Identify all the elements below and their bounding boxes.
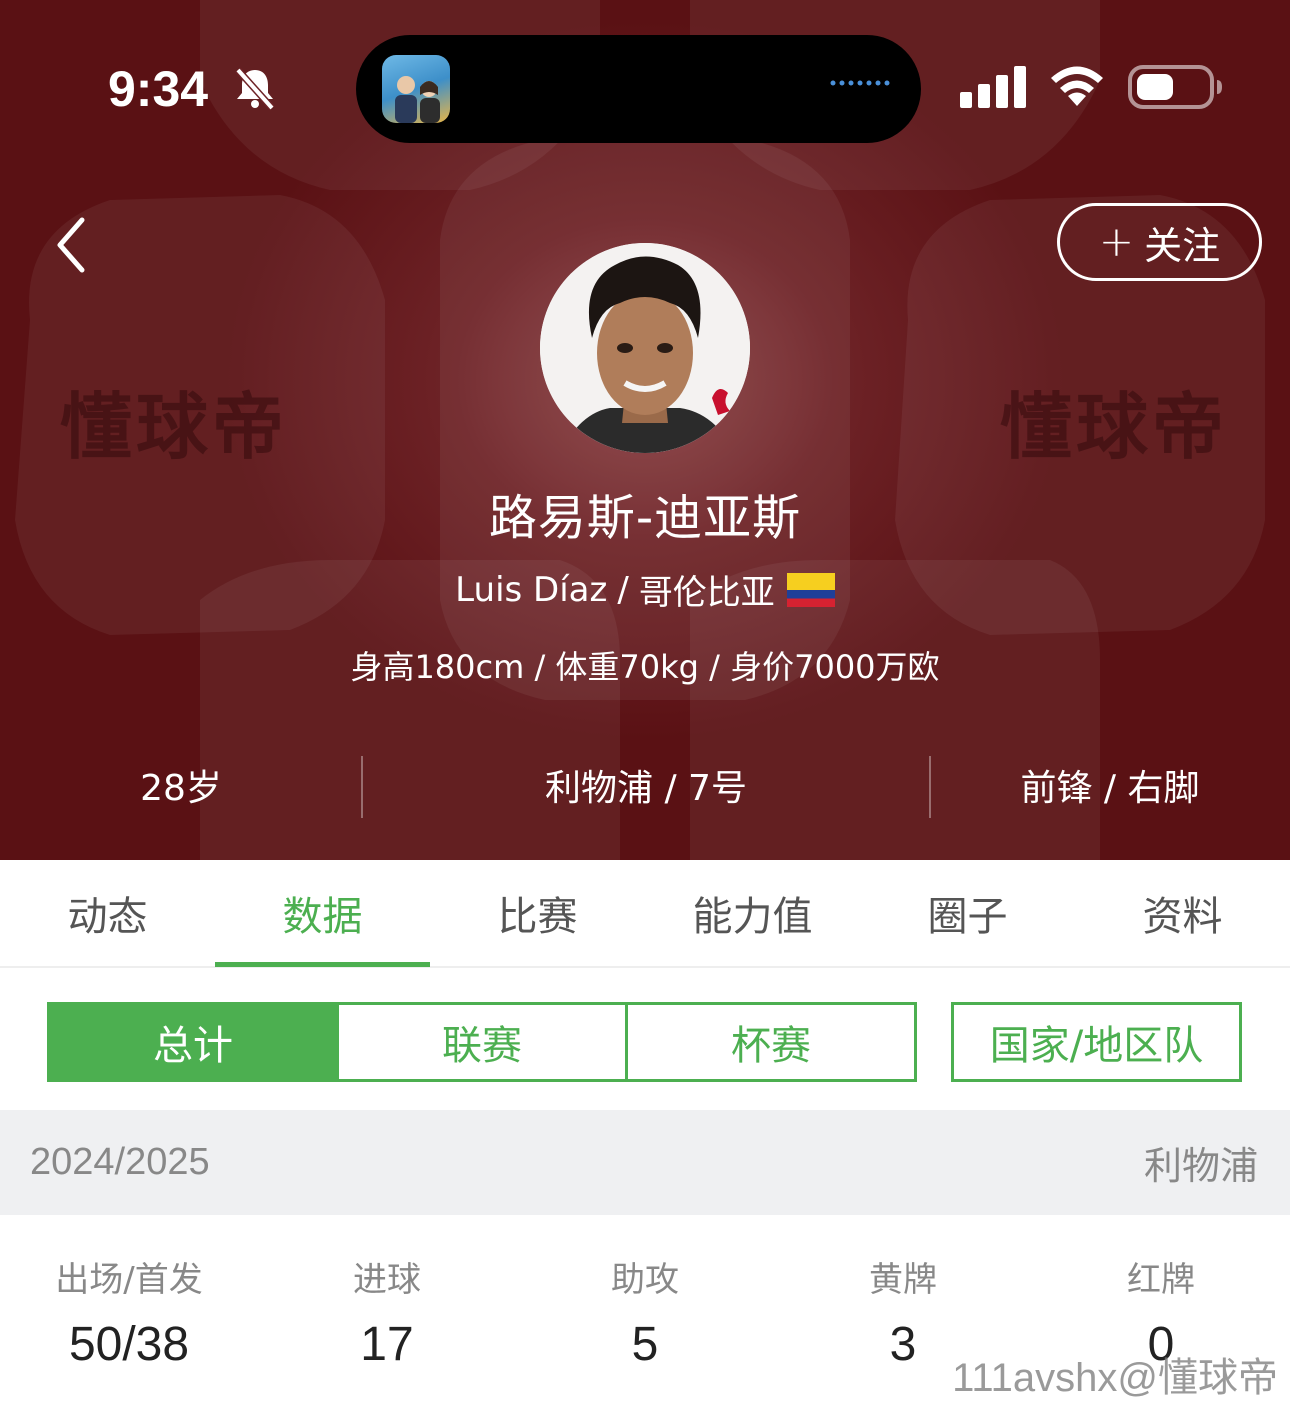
competition-filter: 总计 联赛 杯赛 — [47, 1002, 917, 1082]
player-avatar — [540, 243, 750, 453]
stat-value: 5 — [631, 1318, 659, 1371]
position-foot-value: 前锋 / 右脚 — [1020, 768, 1200, 809]
watermark-right: 懂球帝 — [1000, 385, 1229, 469]
audio-waveform-icon — [830, 80, 890, 86]
dynamic-island[interactable] — [356, 35, 921, 143]
tab-circle[interactable]: 圈子 — [860, 860, 1075, 966]
cellular-signal-icon — [960, 66, 1026, 108]
tab-data[interactable]: 数据 — [215, 860, 430, 966]
tab-bar: 动态 数据 比赛 能力值 圈子 资料 — [0, 860, 1290, 968]
stat-value: 17 — [360, 1318, 414, 1371]
watermark-left: 懂球帝 — [60, 385, 289, 469]
stat-label: 红牌 — [1127, 1260, 1195, 1300]
separator: / — [617, 569, 629, 610]
wifi-icon — [1051, 66, 1103, 106]
nationality: 哥伦比亚 — [638, 573, 775, 613]
tab-ability[interactable]: 能力值 — [645, 860, 860, 966]
info-divider — [361, 756, 363, 818]
media-thumbnail — [382, 55, 450, 123]
segment-league[interactable]: 联赛 — [336, 1005, 625, 1079]
segment-cup[interactable]: 杯赛 — [625, 1005, 914, 1079]
player-info-row: 28岁 利物浦 / 7号 前锋 / 右脚 — [0, 752, 1290, 818]
stat-assists: 助攻 5 — [516, 1255, 774, 1372]
active-tab-indicator — [215, 962, 430, 967]
season-team: 利物浦 — [1143, 1144, 1258, 1188]
follow-button[interactable]: + 关注 — [1057, 203, 1262, 281]
back-button[interactable] — [48, 210, 104, 280]
info-divider — [929, 756, 931, 818]
tab-profile[interactable]: 资料 — [1075, 860, 1290, 966]
club-number-value: 利物浦 / 7号 — [545, 768, 747, 809]
stat-label: 进球 — [353, 1260, 421, 1300]
body-metrics: 身高180cm / 体重70kg / 身价7000万欧 — [350, 648, 940, 686]
battery-icon — [1128, 65, 1222, 109]
stat-appearances: 出场/首发 50/38 — [0, 1255, 258, 1372]
stat-label: 黄牌 — [869, 1260, 937, 1300]
stat-label: 助攻 — [611, 1260, 679, 1300]
tab-matches[interactable]: 比赛 — [430, 860, 645, 966]
stat-goals: 进球 17 — [258, 1255, 516, 1372]
age-value: 28岁 — [140, 768, 222, 809]
national-team-button[interactable]: 国家/地区队 — [951, 1002, 1242, 1082]
season-label: 2024/2025 — [30, 1141, 210, 1183]
stat-value: 50/38 — [68, 1318, 190, 1371]
follow-label: 关注 — [1144, 223, 1221, 268]
plus-icon: + — [1098, 217, 1135, 266]
chevron-left-icon — [57, 217, 85, 273]
bell-muted-icon — [235, 67, 275, 110]
english-name: Luis Díaz — [455, 569, 608, 610]
season-header: 2024/2025 利物浦 — [0, 1110, 1290, 1215]
player-header: 懂球帝 懂球帝 9:34 + 关注 路易斯-迪亚斯 Luis Díaz / 哥伦… — [0, 0, 1290, 860]
tab-dynamics[interactable]: 动态 — [0, 860, 215, 966]
status-time: 9:34 — [108, 61, 209, 117]
name-nationality-line: Luis Díaz / 哥伦比亚 — [0, 565, 1290, 614]
corner-watermark: 111avshx@懂球帝 — [952, 1356, 1278, 1400]
colombia-flag-icon — [786, 572, 835, 607]
player-name: 路易斯-迪亚斯 — [488, 490, 802, 546]
segment-total[interactable]: 总计 — [50, 1005, 336, 1079]
stat-label: 出场/首发 — [55, 1260, 203, 1300]
